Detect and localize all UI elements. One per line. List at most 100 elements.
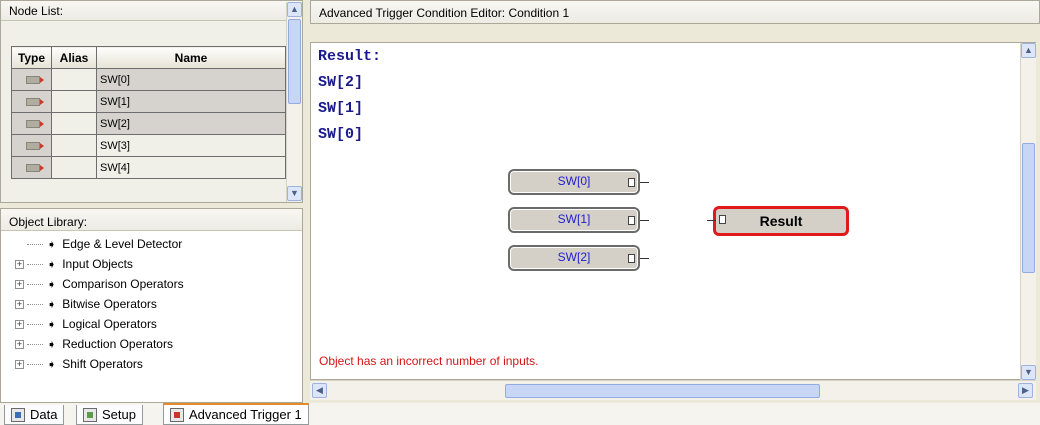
table-row[interactable]: SW[1] <box>11 90 286 113</box>
tree-connector <box>27 323 43 325</box>
node-list-scrollbar[interactable]: ▲ ▼ <box>286 2 302 202</box>
bottom-tab-bar: Data Setup Advanced Trigger 1 <box>0 403 1040 425</box>
output-port-icon[interactable] <box>628 216 635 225</box>
tree-item-bitwise-operators[interactable]: + ➧ Bitwise Operators <box>15 294 157 314</box>
tree-item-label: Comparison Operators <box>62 277 184 291</box>
node-label: SW[0] <box>557 174 591 188</box>
expand-icon[interactable]: + <box>15 319 24 329</box>
tree-connector <box>27 303 43 305</box>
expand-icon[interactable]: + <box>15 259 24 269</box>
tab-label: Setup <box>102 407 136 422</box>
arrow-right-icon: ➧ <box>47 258 57 271</box>
tree-item-reduction-operators[interactable]: + ➧ Reduction Operators <box>15 334 173 354</box>
expand-icon[interactable]: + <box>15 339 24 349</box>
port-wire <box>707 220 716 221</box>
tree-item-shift-operators[interactable]: + ➧ Shift Operators <box>15 354 143 374</box>
type-cell <box>11 68 52 91</box>
condition-editor-canvas[interactable]: Result: SW[2] SW[1] SW[0] SW[0] SW[1] SW… <box>310 42 1036 380</box>
tree-item-label: Shift Operators <box>62 357 143 371</box>
tree-item-logical-operators[interactable]: + ➧ Logical Operators <box>15 314 157 334</box>
alias-cell <box>51 68 97 91</box>
error-message: Object has an incorrect number of inputs… <box>319 354 539 368</box>
node-sw1[interactable]: SW[1] <box>508 207 649 233</box>
editor-title: Advanced Trigger Condition Editor: Condi… <box>310 0 1040 24</box>
node-label: SW[2] <box>557 250 591 264</box>
port-wire <box>640 258 649 259</box>
node-sw2[interactable]: SW[2] <box>508 245 649 271</box>
column-name[interactable]: Name <box>96 46 286 69</box>
scroll-thumb[interactable] <box>288 19 301 104</box>
output-port-icon[interactable] <box>628 178 635 187</box>
input-pin-icon <box>26 75 44 84</box>
type-cell <box>11 156 52 179</box>
result-expression-line: SW[0] <box>318 126 364 143</box>
input-pin-icon <box>26 141 44 150</box>
result-expression-line: SW[2] <box>318 74 364 91</box>
tab-advanced-trigger-1[interactable]: Advanced Trigger 1 <box>163 403 309 425</box>
tree-connector <box>27 343 43 345</box>
output-port-icon[interactable] <box>628 254 635 263</box>
tree-item-label: Input Objects <box>62 257 133 271</box>
table-row[interactable]: SW[4] <box>11 156 286 179</box>
alias-cell <box>51 156 97 179</box>
expand-icon[interactable]: + <box>15 279 24 289</box>
result-expression-line: SW[1] <box>318 100 364 117</box>
tree-item-label: Logical Operators <box>62 317 157 331</box>
scroll-down-icon[interactable]: ▼ <box>1021 365 1036 380</box>
editor-horizontal-scrollbar[interactable]: ◀ ▶ <box>310 380 1036 400</box>
expand-icon[interactable]: + <box>15 359 24 369</box>
data-icon <box>11 407 25 422</box>
tree-connector <box>27 243 43 245</box>
input-pin-icon <box>26 163 44 172</box>
node-sw0[interactable]: SW[0] <box>508 169 649 195</box>
scroll-right-icon[interactable]: ▶ <box>1018 383 1033 398</box>
expand-icon[interactable]: + <box>15 299 24 309</box>
result-node[interactable]: Result <box>707 206 849 236</box>
setup-icon <box>83 407 97 422</box>
table-row[interactable]: SW[2] <box>11 112 286 135</box>
tree-item-label: Edge & Level Detector <box>62 237 183 251</box>
node-list-panel: Node List: Type Alias Name SW[0] SW[1] S… <box>0 0 303 203</box>
alias-cell <box>51 134 97 157</box>
input-pin-icon <box>26 97 44 106</box>
tree-item-label: Bitwise Operators <box>62 297 157 311</box>
arrow-right-icon: ➧ <box>47 358 57 371</box>
scroll-up-icon[interactable]: ▲ <box>1021 43 1036 58</box>
scroll-thumb[interactable] <box>505 384 820 398</box>
advanced-trigger-icon <box>170 407 184 422</box>
scroll-thumb[interactable] <box>1022 143 1035 273</box>
tree-item-edge-level-detector[interactable]: ➧ Edge & Level Detector <box>15 234 182 254</box>
result-node-label: Result <box>759 213 803 229</box>
name-cell: SW[2] <box>96 112 286 135</box>
scroll-down-icon[interactable]: ▼ <box>287 186 302 201</box>
type-cell <box>11 134 52 157</box>
name-cell: SW[3] <box>96 134 286 157</box>
table-row[interactable]: SW[0] <box>11 68 286 91</box>
column-alias[interactable]: Alias <box>51 46 97 69</box>
tree-item-comparison-operators[interactable]: + ➧ Comparison Operators <box>15 274 184 294</box>
name-cell: SW[0] <box>96 68 286 91</box>
tree-connector <box>27 283 43 285</box>
scroll-up-icon[interactable]: ▲ <box>287 2 302 17</box>
tab-data[interactable]: Data <box>4 405 65 425</box>
arrow-right-icon: ➧ <box>47 338 57 351</box>
tree-connector <box>27 363 43 365</box>
name-cell: SW[1] <box>96 90 286 113</box>
node-label: SW[1] <box>557 212 591 226</box>
input-pin-icon <box>26 119 44 128</box>
editor-vertical-scrollbar[interactable]: ▲ ▼ <box>1020 43 1036 380</box>
table-row[interactable]: SW[3] <box>11 134 286 157</box>
tree-item-input-objects[interactable]: + ➧ Input Objects <box>15 254 133 274</box>
object-library-panel: Object Library: ➧ Edge & Level Detector … <box>0 208 303 403</box>
node-table[interactable]: Type Alias Name SW[0] SW[1] SW[2] SW[3] … <box>11 46 286 179</box>
alias-cell <box>51 90 97 113</box>
arrow-right-icon: ➧ <box>47 298 57 311</box>
arrow-right-icon: ➧ <box>47 238 57 251</box>
result-expression-header: Result: <box>318 48 382 65</box>
scroll-left-icon[interactable]: ◀ <box>312 383 327 398</box>
tab-setup[interactable]: Setup <box>76 405 143 425</box>
name-cell: SW[4] <box>96 156 286 179</box>
column-type[interactable]: Type <box>11 46 52 69</box>
node-list-title: Node List: <box>1 1 302 21</box>
tab-label: Data <box>30 407 58 422</box>
